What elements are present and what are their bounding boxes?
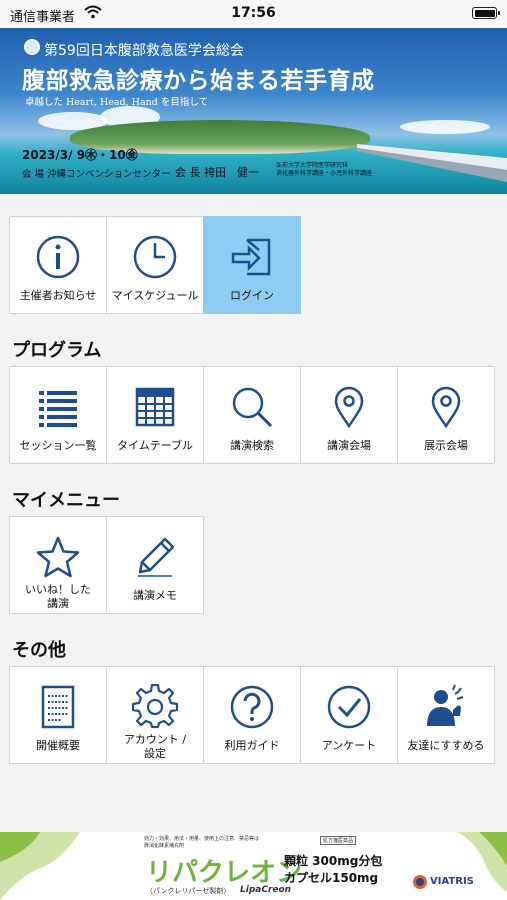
label-line: いいね！した <box>25 583 91 596</box>
viatris-logo-icon <box>413 875 427 889</box>
banner-venue: 会 場 沖縄コンベンションセンター <box>22 169 171 180</box>
ad-banner[interactable]: 効力・効果、用法・用量、使用上の注意、禁忌等は 膵消化酵素補充剤 処方箋医薬品 … <box>0 832 507 900</box>
clock-icon <box>131 233 179 281</box>
tile-label: アカウント / 設定 <box>107 733 203 761</box>
tile-label: 友達にすすめる <box>407 739 485 752</box>
ad-brand: VIATRIS <box>430 876 474 887</box>
tile-label: タイムテーブル <box>116 439 194 452</box>
banner-affiliation: 弘前大学大学院医学研究科 消化器外科学講座・小児外科学講座 <box>276 162 372 178</box>
label-line: 講演 <box>47 597 69 610</box>
tile-user-guide[interactable]: 利用ガイド <box>203 666 301 764</box>
tile-label: セッション一覧 <box>19 439 97 452</box>
tile-label: 開催概要 <box>36 739 80 752</box>
tile-login[interactable]: ログイン <box>203 216 301 314</box>
tile-label: 講演会場 <box>327 439 371 452</box>
my-menu: いいね！した 講演 講演メモ <box>9 516 204 614</box>
other-menu: 開催概要 アカウント / 設定 利用ガイド アンケート 友達にすすめる <box>9 666 495 764</box>
gear-icon <box>131 683 179 731</box>
login-icon <box>228 233 276 281</box>
tile-exhibit-venue[interactable]: 展示会場 <box>397 366 495 464</box>
ad-note-line: 効力・効果、用法・用量、使用上の注意、禁忌等は <box>144 836 260 842</box>
tile-label: 講演検索 <box>230 439 274 452</box>
affiliation-line: 弘前大学大学院医学研究科 <box>276 162 349 169</box>
battery-icon <box>472 7 500 19</box>
tile-timetable[interactable]: タイムテーブル <box>106 366 204 464</box>
tile-account-settings[interactable]: アカウント / 設定 <box>106 666 204 764</box>
label-line: 設定 <box>144 747 166 760</box>
banner-date: 2023/3/ 9㊍・10㊎ <box>22 148 138 162</box>
banner-chair: 会 長 袴田 健一 <box>175 166 259 179</box>
checkmark-icon <box>325 683 373 731</box>
ad-generic-name: 〈パンクレリパーゼ製剤〉 <box>146 887 231 895</box>
tile-session-list[interactable]: セッション一覧 <box>9 366 107 464</box>
tile-my-schedule[interactable]: マイスケジュール <box>106 216 204 314</box>
tile-label: 利用ガイド <box>224 739 280 752</box>
leaf-decoration-icon <box>457 832 507 892</box>
banner-theme: 腹部救急診療から始まる若手育成 <box>22 68 375 94</box>
tile-label: いいね！した 講演 <box>10 583 106 611</box>
tile-label: 主催者お知らせ <box>19 289 97 302</box>
tile-label: マイスケジュール <box>111 289 199 302</box>
clock-time: 17:56 <box>231 5 276 21</box>
document-icon <box>34 683 82 731</box>
calendar-icon <box>131 383 179 431</box>
star-icon <box>34 533 82 581</box>
info-icon <box>34 233 82 281</box>
section-title-other: その他 <box>12 640 66 661</box>
tile-lecture-search[interactable]: 講演検索 <box>203 366 301 464</box>
banner-society: 第59回日本腹部救急医学会総会 <box>44 43 244 59</box>
search-icon <box>228 383 276 431</box>
tile-label: ログイン <box>230 289 274 302</box>
ad-dose: 顆粒 300mg分包 <box>284 854 383 868</box>
status-bar: 通信事業者 17:56 <box>0 0 507 28</box>
banner-subtitle: 卓越した Heart, Head, Hand を目指して <box>25 97 209 108</box>
location-pin-icon <box>422 383 470 431</box>
program-menu: セッション一覧 タイムテーブル 講演検索 講演会場 展示会場 <box>9 366 495 464</box>
ad-product-name: リパクレオン <box>146 858 303 888</box>
ad-note-line: 膵消化酵素補充剤 <box>144 843 185 849</box>
question-icon <box>228 683 276 731</box>
tile-label: 展示会場 <box>424 439 468 452</box>
tile-survey[interactable]: アンケート <box>300 666 398 764</box>
ad-dose: カプセル150mg <box>284 871 379 885</box>
tile-event-overview[interactable]: 開催概要 <box>9 666 107 764</box>
section-title-my-menu: マイメニュー <box>12 490 120 511</box>
affiliation-line: 消化器外科学講座・小児外科学講座 <box>276 170 373 177</box>
tile-lecture-memo[interactable]: 講演メモ <box>106 516 204 614</box>
top-menu: 主催者お知らせ マイスケジュール ログイン <box>9 216 301 314</box>
leaf-decoration-icon <box>0 832 80 900</box>
tile-label: 講演メモ <box>133 589 177 602</box>
bridge-image <box>357 144 507 182</box>
tile-recommend-friends[interactable]: 友達にすすめる <box>397 666 495 764</box>
tile-organizer-news[interactable]: 主催者お知らせ <box>9 216 107 314</box>
section-title-program: プログラム <box>12 340 102 361</box>
tile-lecture-venue[interactable]: 講演会場 <box>300 366 398 464</box>
ad-latin-name: LipaCreon <box>240 885 292 895</box>
pencil-icon <box>131 533 179 581</box>
list-icon <box>34 383 82 431</box>
tile-liked-lectures[interactable]: いいね！した 講演 <box>9 516 107 614</box>
ad-tag: 処方箋医薬品 <box>320 836 357 845</box>
ad-note: 効力・効果、用法・用量、使用上の注意、禁忌等は 膵消化酵素補充剤 <box>144 836 259 850</box>
society-logo-icon <box>24 39 40 55</box>
location-pin-icon <box>325 383 373 431</box>
tile-label: アンケート <box>321 739 377 752</box>
label-line: アカウント / <box>123 733 187 746</box>
share-person-icon <box>422 683 470 731</box>
conference-banner[interactable]: 第59回日本腹部救急医学会総会 腹部救急診療から始まる若手育成 卓越した Hea… <box>0 28 507 194</box>
